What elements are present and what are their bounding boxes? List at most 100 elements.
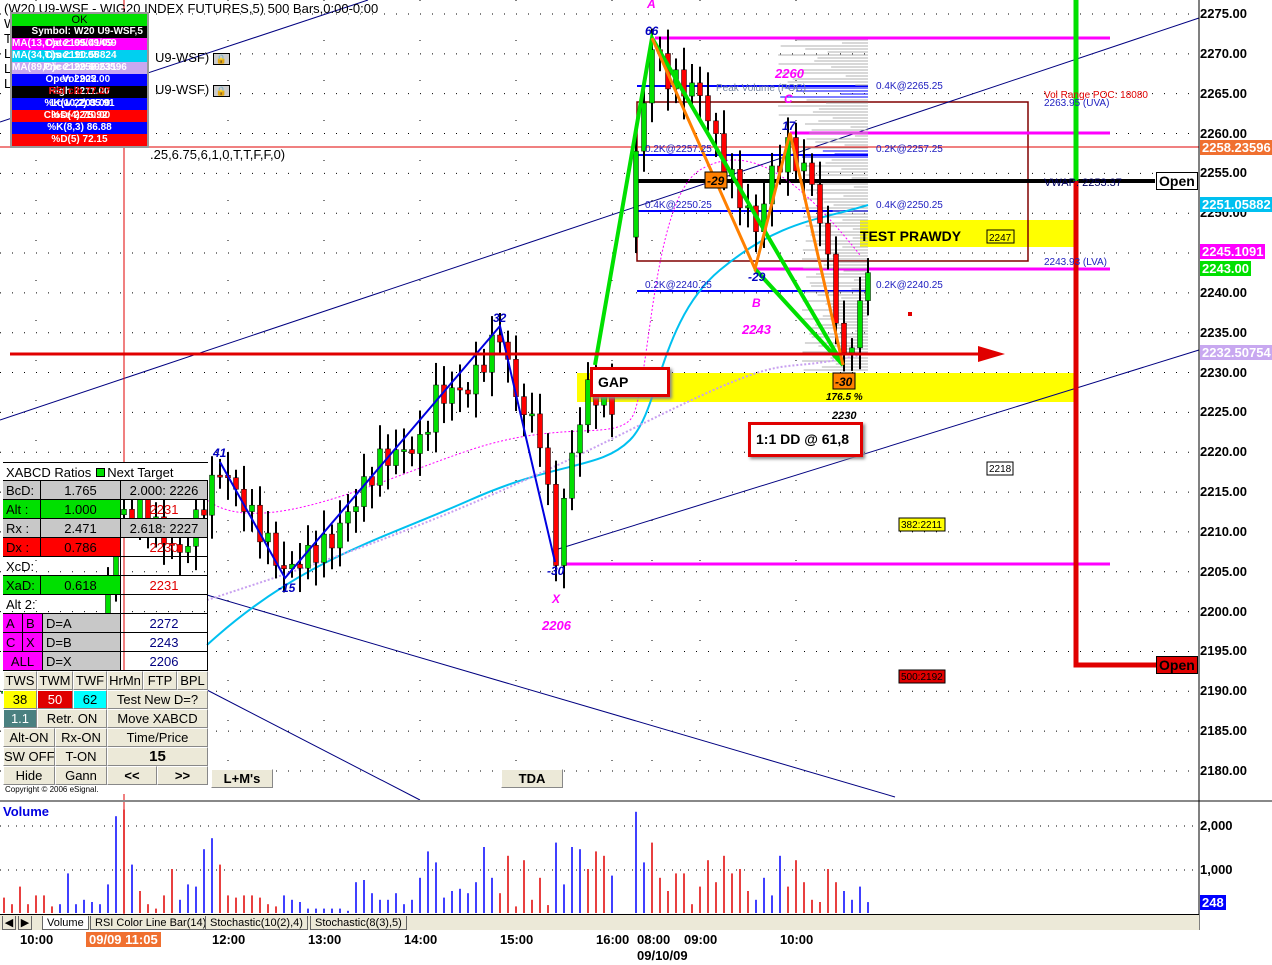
vwap-label: VWAP: 2253.37 xyxy=(1044,177,1122,189)
fib-50-button[interactable]: 50 xyxy=(37,690,73,709)
twm-button[interactable]: TWM xyxy=(37,671,73,690)
candle-body xyxy=(329,533,335,549)
tda-button[interactable]: TDA xyxy=(501,769,563,788)
candle-body xyxy=(697,82,703,96)
rx-on-button[interactable]: Rx-ON xyxy=(55,728,107,747)
candle-body xyxy=(825,223,831,255)
ratio-value: 2.471 xyxy=(41,519,121,537)
toggle-c[interactable]: C xyxy=(3,633,23,651)
pivot-label: 17 xyxy=(782,119,797,133)
ratio-value: 0.786 xyxy=(41,538,121,556)
target-value: 2231 xyxy=(121,500,208,518)
candle-body xyxy=(417,434,423,454)
candle-body xyxy=(545,447,551,485)
point-c-label: C xyxy=(784,92,793,106)
candle-body xyxy=(393,449,399,466)
ratio-label: BcD: xyxy=(3,481,41,499)
candle-body xyxy=(553,484,559,566)
candle-body xyxy=(577,424,583,454)
t-on-button[interactable]: T-ON xyxy=(55,747,107,766)
move-xabcd-button[interactable]: Move XABCD xyxy=(107,709,208,728)
test-new-d-button[interactable]: Test New D=? xyxy=(107,690,208,709)
level-2247: 2247 xyxy=(989,233,1012,244)
price-tick: 2240.00 xyxy=(1200,284,1247,300)
toggle-b[interactable]: B xyxy=(23,614,43,632)
vp-label: 0.4K@2265.25 xyxy=(876,81,943,92)
price-tick: 2200.00 xyxy=(1200,603,1247,619)
candle-body xyxy=(209,474,215,516)
time-price-value[interactable]: 15 xyxy=(107,747,208,766)
tab-rsi[interactable]: RSI Color Line Bar(14) xyxy=(90,916,212,930)
point-a-label: A xyxy=(646,0,656,11)
scroll-left-icon[interactable]: ◀ xyxy=(2,916,16,930)
fib-62-button[interactable]: 62 xyxy=(73,690,107,709)
candle-body xyxy=(689,82,695,97)
sw-off-button[interactable]: SW OFF xyxy=(3,747,55,766)
tab-stochastic-8[interactable]: Stochastic(8(3),5) xyxy=(310,916,407,930)
price-tag: 2232.50754 xyxy=(1200,344,1272,360)
xabcd-panel: XABCD Ratios Next Target BcD: 1.765 2.000: … xyxy=(3,462,208,794)
candle-body xyxy=(281,565,287,570)
time-price-button[interactable]: Time/Price xyxy=(107,728,208,747)
lock-icon[interactable]: 🔒 xyxy=(212,53,231,65)
red-vertical xyxy=(1073,181,1160,668)
field-label: Symbol: xyxy=(31,26,71,37)
price-tick: 2195.00 xyxy=(1200,643,1247,659)
time-label: 16:00 xyxy=(596,932,630,947)
retr-on-button[interactable]: Retr. ON xyxy=(37,709,107,728)
lock-icon[interactable]: 🔒 xyxy=(212,85,231,97)
candle-body xyxy=(433,384,439,433)
target-value: 2206 xyxy=(121,652,208,670)
vol-poc-label: Vol Range POC: 18080 xyxy=(1044,90,1148,101)
open-tag: Open xyxy=(1156,656,1198,674)
scroll-right-icon[interactable]: ▶ xyxy=(18,916,32,930)
level-2218: 2218 xyxy=(989,464,1012,475)
time-label: 12:00 xyxy=(212,932,246,947)
target-value: 2272 xyxy=(121,614,208,632)
price-tick: 2205.00 xyxy=(1200,563,1247,579)
candle-body xyxy=(465,389,471,395)
bpl-button[interactable]: BPL xyxy=(177,671,208,690)
candle-body xyxy=(561,498,567,566)
lm-button[interactable]: L+M's xyxy=(211,769,273,788)
ratio-label: XaD: xyxy=(3,576,41,594)
hide-button[interactable]: Hide xyxy=(3,766,55,785)
candle-body xyxy=(345,511,351,524)
price-tick: 2260.00 xyxy=(1200,125,1247,141)
target-2260: 2260 xyxy=(774,66,805,81)
price-tag: 2251.05882 xyxy=(1200,196,1272,212)
ok-button[interactable]: OK xyxy=(12,14,147,26)
price-tick: 2210.00 xyxy=(1200,523,1247,539)
candle-body xyxy=(713,120,719,134)
poc-label: Peak Volume (POC) xyxy=(716,83,806,94)
gann-button[interactable]: Gann xyxy=(55,766,107,785)
data-window[interactable]: OK Symbol:W20 U9-WSF,5Date:09/09/09Time:… xyxy=(10,12,149,148)
candle-body xyxy=(633,150,639,238)
d-label: D=X xyxy=(43,652,121,670)
next-button[interactable]: >> xyxy=(157,766,208,785)
arrow-head-icon xyxy=(978,346,1005,362)
prev-button[interactable]: << xyxy=(107,766,157,785)
next-target-header: Next Target xyxy=(107,465,174,480)
ftp-button[interactable]: FTP xyxy=(143,671,177,690)
study-name: U9-WSF) xyxy=(155,50,210,65)
price-tick: 2235.00 xyxy=(1200,324,1247,340)
tws-button[interactable]: TWS xyxy=(3,671,37,690)
twf-button[interactable]: TWF xyxy=(73,671,107,690)
price-tag: 2245.1091 xyxy=(1200,244,1266,260)
hrmn-button[interactable]: HrMn xyxy=(107,671,143,690)
toggle-a[interactable]: A xyxy=(3,614,23,632)
vp-label: 0.2K@2257.25 xyxy=(645,144,712,155)
alt-on-button[interactable]: Alt-ON xyxy=(3,728,55,747)
tab-volume[interactable]: Volume xyxy=(42,916,89,930)
candle-body xyxy=(833,253,839,324)
fib-38-button[interactable]: 38 xyxy=(3,690,37,709)
candle-body xyxy=(425,431,431,435)
toggle-x[interactable]: X xyxy=(23,633,43,651)
candle-body xyxy=(217,474,223,478)
toggle-all[interactable]: ALL xyxy=(3,652,43,670)
candle-body xyxy=(537,413,543,449)
ratio-1-1-button[interactable]: 1.1 xyxy=(3,709,37,728)
ratio-value: 0.618 xyxy=(41,576,121,594)
tab-stochastic-10[interactable]: Stochastic(10(2),4) xyxy=(205,916,308,930)
